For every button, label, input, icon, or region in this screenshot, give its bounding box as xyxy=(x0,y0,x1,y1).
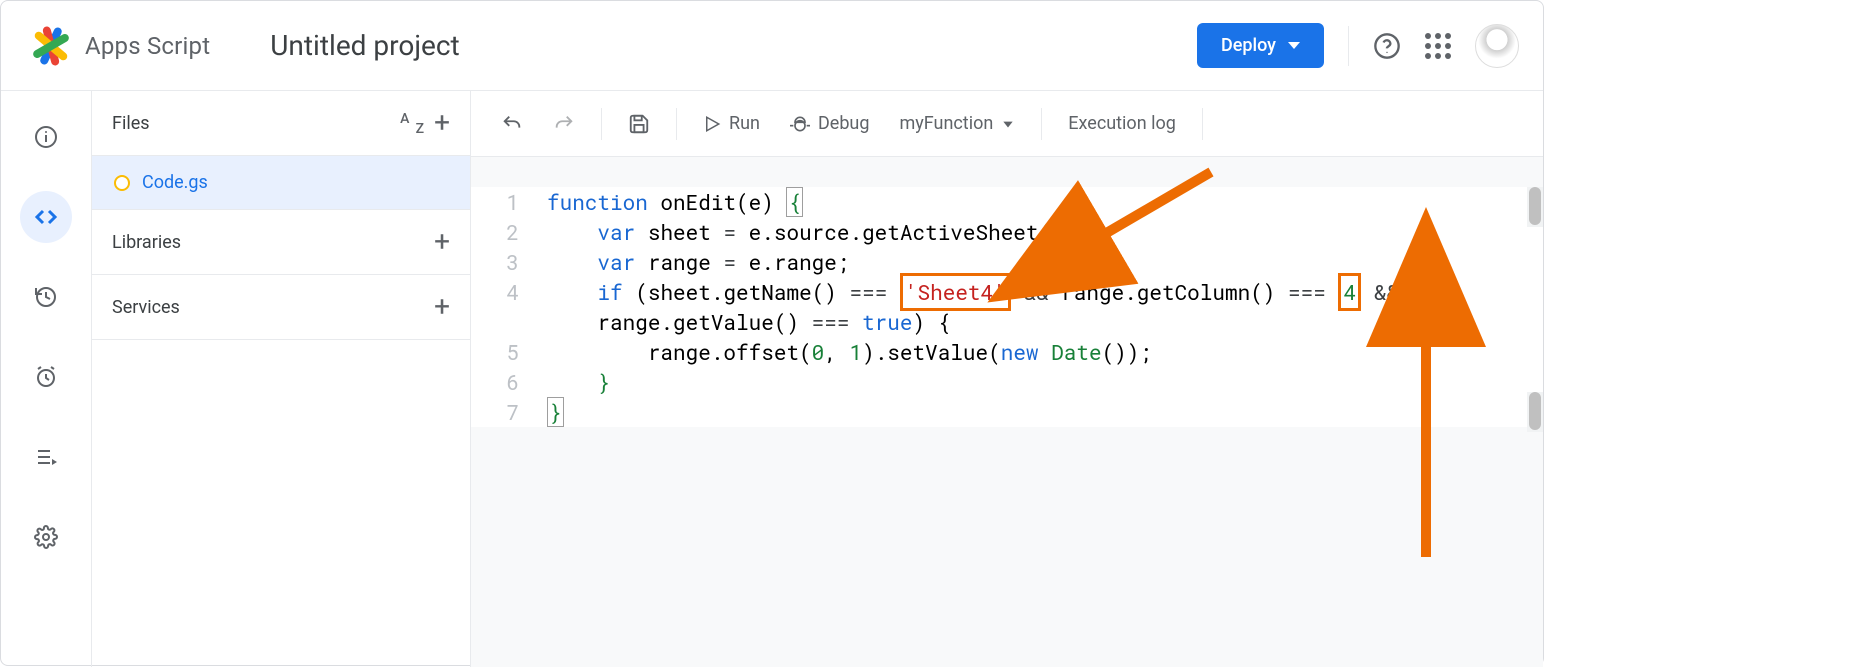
debug-label: Debug xyxy=(818,113,870,134)
avatar[interactable] xyxy=(1475,24,1519,68)
rail-executions[interactable] xyxy=(20,431,72,483)
divider xyxy=(601,108,602,140)
editor-pane: Run Debug myFunction Execution log 1 2 xyxy=(471,91,1543,667)
add-service-button[interactable]: + xyxy=(434,293,450,321)
debug-button[interactable]: Debug xyxy=(778,105,882,142)
redo-button xyxy=(541,105,587,143)
help-icon[interactable] xyxy=(1373,32,1401,60)
project-title[interactable]: Untitled project xyxy=(270,29,459,62)
add-library-button[interactable]: + xyxy=(434,228,450,256)
libraries-label: Libraries xyxy=(112,232,422,253)
execution-log-button[interactable]: Execution log xyxy=(1056,105,1188,142)
scroll-thumb[interactable] xyxy=(1529,187,1541,225)
app-header: Apps Script Untitled project Deploy xyxy=(1,1,1543,91)
chevron-down-icon xyxy=(1288,42,1300,49)
code-scrollbar[interactable] xyxy=(1527,187,1543,227)
add-file-button[interactable]: + xyxy=(434,109,450,137)
code-editor[interactable]: 1 2 3 4 5 6 7 function onEdit(e) { var s… xyxy=(471,157,1543,667)
divider xyxy=(676,108,677,140)
history-icon xyxy=(34,285,58,309)
editor-toolbar: Run Debug myFunction Execution log xyxy=(471,91,1543,157)
debug-icon xyxy=(790,114,810,134)
workspace: Files + Code.gs Libraries + Services + xyxy=(1,91,1543,667)
libraries-header: Libraries + xyxy=(92,210,470,275)
scroll-thumb[interactable] xyxy=(1529,392,1541,430)
line-number-gutter: 1 2 3 4 5 6 7 xyxy=(471,187,531,427)
info-icon xyxy=(34,125,58,149)
rail-overview[interactable] xyxy=(20,111,72,163)
execution-log-label: Execution log xyxy=(1068,113,1176,134)
run-button[interactable]: Run xyxy=(691,105,772,142)
files-sidebar: Files + Code.gs Libraries + Services + xyxy=(91,91,471,667)
undo-icon xyxy=(501,113,523,135)
redo-icon xyxy=(553,113,575,135)
chevron-down-icon xyxy=(1001,117,1015,131)
gear-icon xyxy=(34,525,58,549)
minimap-scrollbar[interactable] xyxy=(1527,392,1543,432)
unsaved-indicator-icon xyxy=(114,175,130,191)
sort-icon[interactable] xyxy=(402,113,422,133)
deploy-label: Deploy xyxy=(1221,35,1276,56)
rail-settings[interactable] xyxy=(20,511,72,563)
divider xyxy=(1348,26,1349,66)
google-apps-icon[interactable] xyxy=(1425,33,1451,59)
code-text[interactable]: function onEdit(e) { var sheet = e.sourc… xyxy=(531,187,1543,427)
function-name: myFunction xyxy=(899,113,993,134)
alarm-icon xyxy=(34,365,58,389)
save-icon xyxy=(628,113,650,135)
highlight-sheet: 'Sheet4' xyxy=(900,273,1011,311)
file-item-code-gs[interactable]: Code.gs xyxy=(92,156,470,210)
app-name: Apps Script xyxy=(85,32,210,60)
save-button[interactable] xyxy=(616,105,662,143)
app-logo[interactable]: Apps Script xyxy=(25,22,210,70)
files-header: Files + xyxy=(92,91,470,156)
highlight-column: 4 xyxy=(1338,273,1361,311)
undo-button[interactable] xyxy=(489,105,535,143)
executions-icon xyxy=(34,445,58,469)
services-header: Services + xyxy=(92,275,470,340)
services-label: Services xyxy=(112,297,422,318)
run-label: Run xyxy=(729,113,760,134)
rail-triggers[interactable] xyxy=(20,351,72,403)
code-icon xyxy=(34,205,58,229)
rail-triggers-history[interactable] xyxy=(20,271,72,323)
play-icon xyxy=(703,115,721,133)
rail-editor[interactable] xyxy=(20,191,72,243)
deploy-button[interactable]: Deploy xyxy=(1197,23,1324,68)
divider xyxy=(1041,108,1042,140)
divider xyxy=(1202,108,1203,140)
function-selector[interactable]: myFunction xyxy=(887,105,1027,142)
file-name: Code.gs xyxy=(142,172,208,193)
files-label: Files xyxy=(112,113,390,134)
apps-script-logo-icon xyxy=(25,22,73,70)
nav-rail xyxy=(1,91,91,667)
